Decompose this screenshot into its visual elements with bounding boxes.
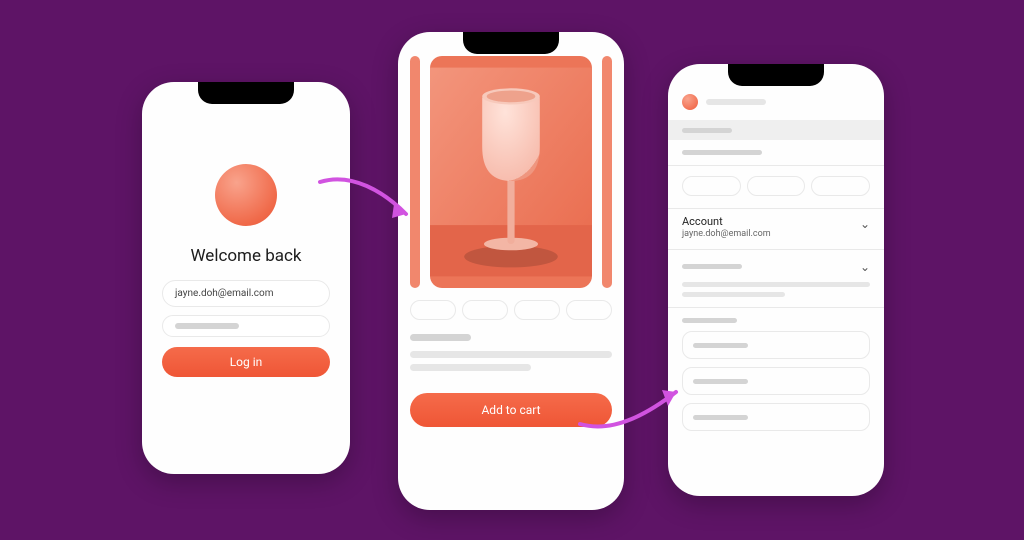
product-desc-placeholder bbox=[410, 364, 531, 371]
settings-screen: Account jayne.doh@email.com ⌄ ⌄ bbox=[668, 64, 884, 496]
list-item[interactable] bbox=[682, 331, 870, 359]
row-label-placeholder bbox=[682, 264, 742, 269]
device-notch bbox=[198, 82, 294, 104]
list-item-label-placeholder bbox=[693, 415, 748, 420]
variant-chip[interactable] bbox=[566, 300, 612, 320]
list-item-label-placeholder bbox=[693, 379, 748, 384]
product-carousel[interactable] bbox=[410, 56, 612, 288]
variant-chip[interactable] bbox=[514, 300, 560, 320]
account-label: Account bbox=[682, 215, 771, 228]
carousel-prev-peek[interactable] bbox=[410, 56, 420, 288]
filter-pill[interactable] bbox=[747, 176, 806, 196]
account-row[interactable]: Account jayne.doh@email.com ⌄ bbox=[682, 209, 870, 249]
row-desc-placeholder bbox=[682, 292, 785, 297]
avatar-icon bbox=[215, 164, 277, 226]
carousel-next-peek[interactable] bbox=[602, 56, 612, 288]
device-notch bbox=[728, 64, 824, 86]
variant-chip[interactable] bbox=[462, 300, 508, 320]
header-title-placeholder bbox=[706, 99, 766, 105]
login-screen: Welcome back jayne.doh@email.com Log in bbox=[142, 82, 350, 474]
variant-chip[interactable] bbox=[410, 300, 456, 320]
section-header bbox=[668, 120, 884, 140]
goblet-icon bbox=[430, 56, 592, 288]
row-desc-placeholder bbox=[682, 282, 870, 287]
password-field[interactable] bbox=[162, 315, 330, 337]
product-title-placeholder bbox=[410, 334, 471, 341]
welcome-title: Welcome back bbox=[190, 246, 301, 266]
chevron-down-icon: ⌄ bbox=[860, 217, 870, 231]
list-item[interactable] bbox=[682, 367, 870, 395]
divider bbox=[668, 307, 884, 308]
settings-row[interactable]: ⌄ bbox=[682, 250, 870, 282]
avatar-icon bbox=[682, 94, 698, 110]
chevron-down-icon: ⌄ bbox=[860, 260, 870, 274]
variant-chip-row bbox=[410, 300, 612, 320]
email-field[interactable]: jayne.doh@email.com bbox=[162, 280, 330, 307]
settings-header bbox=[682, 94, 870, 110]
filter-pill-row bbox=[682, 176, 870, 196]
product-image[interactable] bbox=[430, 56, 592, 288]
add-to-cart-button[interactable]: Add to cart bbox=[410, 393, 612, 427]
product-screen: Add to cart bbox=[398, 32, 624, 510]
login-button[interactable]: Log in bbox=[162, 347, 330, 377]
list-item-label-placeholder bbox=[693, 343, 748, 348]
product-desc-placeholder bbox=[410, 351, 612, 358]
row-placeholder bbox=[682, 150, 762, 155]
section-label-placeholder bbox=[682, 128, 732, 133]
filter-pill[interactable] bbox=[811, 176, 870, 196]
account-email: jayne.doh@email.com bbox=[682, 229, 771, 239]
device-notch bbox=[463, 32, 559, 54]
list-heading-placeholder bbox=[682, 318, 737, 323]
divider bbox=[668, 165, 884, 166]
list-item[interactable] bbox=[682, 403, 870, 431]
filter-pill[interactable] bbox=[682, 176, 741, 196]
